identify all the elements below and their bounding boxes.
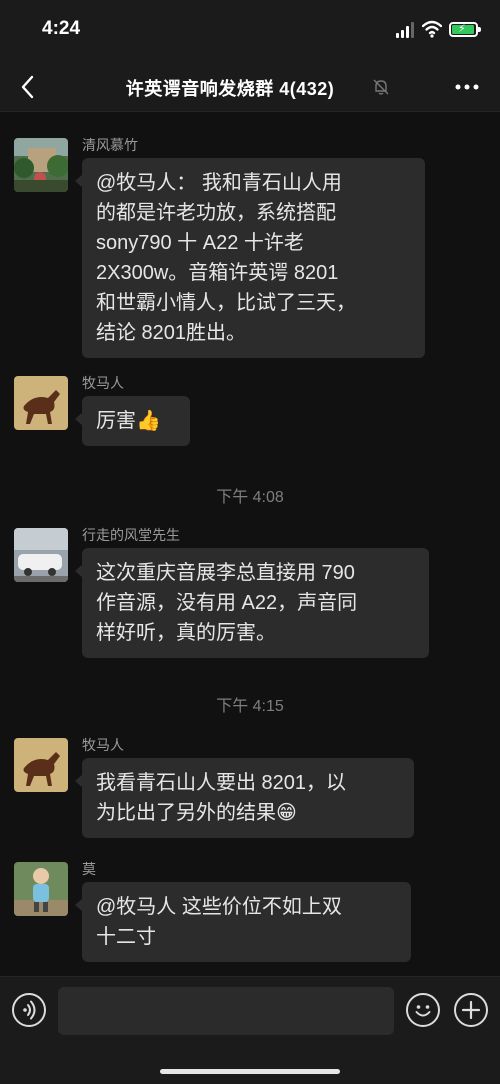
avatar[interactable] [14, 138, 68, 192]
message-bubble[interactable]: 这次重庆音展李总直接用 790 作音源，没有用 A22，声音同 样好听，真的厉害… [75, 548, 429, 658]
sender-name: 牧马人 [82, 737, 124, 753]
back-icon[interactable] [14, 72, 44, 102]
grin-emoji-icon: 😁 [276, 802, 297, 824]
message-line: @牧马人 这些价位不如上双 [96, 896, 342, 918]
battery-icon: ⚡ [449, 22, 481, 37]
voice-button[interactable] [12, 993, 46, 1027]
message-bubble[interactable]: 我看青石山人要出 8201，以 为比出了另外的结果😁 [75, 758, 414, 838]
status-bar: 4:24 ⚡ [0, 0, 500, 62]
more-icon[interactable] [452, 74, 482, 100]
message-line: 样好听，真的厉害。 [96, 622, 276, 644]
timestamp: 下午 4:08 [216, 489, 284, 506]
thumbs-up-icon: 👍 [136, 410, 161, 432]
input-bar [0, 976, 500, 1084]
voice-icon [23, 1000, 36, 1020]
message-line: 为比出了另外的结果😁 [96, 802, 297, 824]
message-input[interactable] [58, 987, 394, 1035]
avatar[interactable] [14, 528, 68, 582]
timestamp: 下午 4:15 [216, 698, 284, 715]
message-text: 厉害 [96, 410, 136, 432]
message-bubble[interactable]: 厉害👍 [75, 396, 190, 446]
mute-bell-icon [373, 79, 389, 95]
home-indicator [160, 1069, 340, 1074]
emoji-icon [415, 1005, 431, 1017]
emoji-button[interactable] [406, 993, 440, 1027]
message-line: 结论 8201胜出。 [96, 322, 247, 344]
plus-button[interactable] [454, 993, 488, 1027]
message-line: 十二寸 [96, 926, 156, 948]
message-line: sony790 十 A22 十许老 [96, 232, 304, 254]
sender-name: 清风慕竹 [82, 137, 138, 153]
sender-name: 行走的风堂先生 [82, 527, 180, 543]
message-bubble[interactable]: @牧马人 这些价位不如上双 十二寸 [75, 882, 411, 962]
message-bubble[interactable]: @牧马人： 我和青石山人用 的都是许老功放，系统搭配 sony790 十 A22… [75, 158, 425, 358]
message-line: 这次重庆音展李总直接用 790 [96, 562, 355, 584]
message-line: @牧马人： 我和青石山人用 [96, 172, 342, 194]
avatar[interactable] [14, 376, 68, 430]
wifi-icon [422, 20, 442, 38]
message-line: 的都是许老功放，系统搭配 [96, 202, 336, 224]
plus-icon [461, 1000, 481, 1020]
avatar[interactable] [14, 738, 68, 792]
chat-title: 许英谔音响发烧群 4(432) [125, 79, 335, 99]
message-line: 作音源，没有用 A22，声音同 [96, 592, 358, 614]
sender-name: 莫 [82, 861, 96, 877]
message-line: 我看青石山人要出 8201，以 [96, 772, 347, 794]
message-line: 2X300w。音箱许英谔 8201 [96, 262, 339, 284]
nav-bar: 许英谔音响发烧群 4(432) [0, 62, 500, 112]
chat-area[interactable]: 清风慕竹 @牧马人： 我和青石山人用 的都是许老功放，系统搭配 sony790 … [0, 112, 500, 976]
sender-name: 牧马人 [82, 375, 124, 391]
signal-icon [396, 22, 416, 38]
message-line: 和世霸小情人，比试了三天， [96, 292, 356, 314]
status-time: 4:24 [42, 18, 81, 39]
avatar[interactable] [14, 862, 68, 916]
